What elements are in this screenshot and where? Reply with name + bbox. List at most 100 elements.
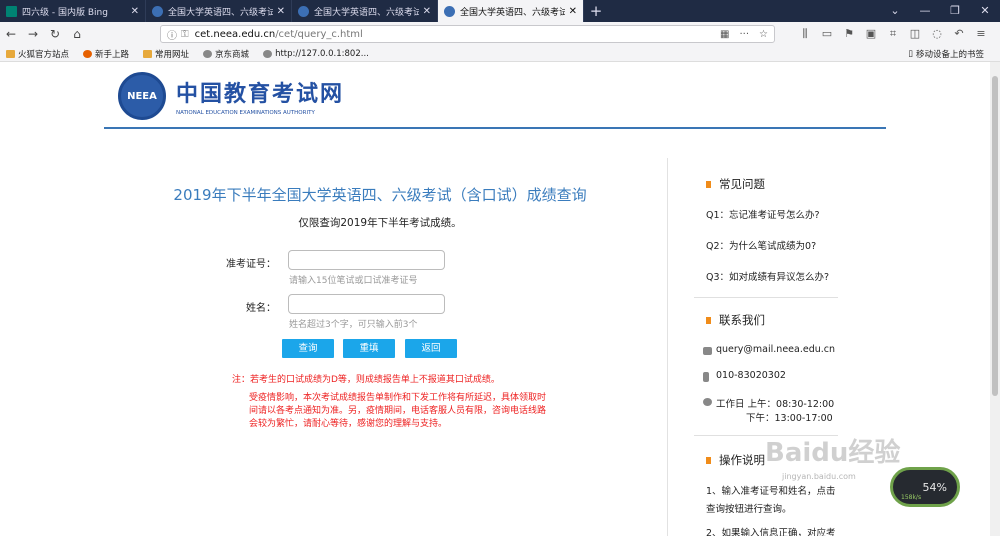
new-tab-button[interactable]: + (584, 0, 608, 22)
query-button[interactable]: 查询 (282, 339, 334, 358)
speed-rate: 158k/s (901, 494, 922, 501)
globe-icon (203, 49, 213, 58)
tab-cet-home[interactable]: 全国大学英语四、六级考试(CET✕ (146, 0, 292, 22)
tab-bing[interactable]: 四六级 - 国内版 Bing ✕ (0, 0, 146, 22)
page-subtitle: 仅限查询2019年下半年考试成绩。 (298, 217, 462, 229)
more-icon[interactable]: ··· (739, 29, 749, 40)
bullet-icon (706, 316, 711, 324)
qr-icon[interactable]: ▦ (720, 29, 729, 40)
sidebar-divider (694, 297, 838, 298)
covid-notice: 受疫情影响，本次考试成绩报告单制作和下发工作将有所延迟，具体领取时间请以各考点通… (249, 393, 547, 429)
firefox-icon (83, 49, 93, 58)
tracking-icon[interactable]: ⚑ (838, 24, 860, 44)
work-hours-pm: 下午：13:00-17:00 (746, 413, 833, 424)
undo-icon[interactable]: ↶ (948, 24, 970, 44)
baidu-watermark-url: jingyan.baidu.com (782, 472, 856, 481)
globe-icon (263, 49, 273, 58)
close-icon[interactable]: ✕ (569, 6, 577, 17)
name-label: 姓名： (246, 303, 276, 314)
folder-icon (6, 49, 15, 58)
neea-icon (152, 5, 163, 17)
bookmark-jd[interactable]: 京东商城 (203, 48, 249, 60)
chevron-down-icon[interactable]: ⌄ (880, 0, 910, 22)
library-icon[interactable]: ⫼ (794, 24, 816, 44)
name-input[interactable] (288, 294, 445, 314)
bookmarks-bar: 火狐官方站点 新手上路 常用网址 京东商城 http://127.0.0.1:8… (0, 46, 1000, 62)
scrollbar-thumb[interactable] (992, 76, 998, 396)
home-icon[interactable]: ⌂ (66, 27, 88, 41)
insecure-lock-icon: ⚿ (181, 28, 189, 40)
reload-icon[interactable]: ↻ (44, 27, 66, 41)
clock-icon (703, 398, 712, 406)
neea-icon (298, 5, 309, 17)
bing-icon (6, 5, 17, 17)
url-bar[interactable]: ⓘ ⚿ cet.neea.edu.cn/cet/query_c.html ▦ ·… (160, 25, 775, 43)
contact-email[interactable]: query@mail.neea.edu.cn (716, 344, 835, 355)
url-path: /cet/query_c.html (275, 28, 363, 40)
page-content: NEEA 中国教育考试网 NATIONAL EDUCATION EXAMINAT… (0, 62, 990, 536)
faq-item-1[interactable]: Q1：忘记准考证号怎么办? (706, 207, 820, 221)
chat-icon[interactable]: ◌ (926, 24, 948, 44)
toolbar-right: ⫼ ▭ ⚑ ▣ ⌗ ◫ ◌ ↶ ≡ (794, 24, 992, 44)
back-button[interactable]: 返回 (405, 339, 457, 358)
vertical-scrollbar[interactable] (990, 62, 1000, 536)
bullet-icon (706, 456, 711, 464)
speed-percent: 54% (922, 480, 947, 494)
email-icon (703, 347, 712, 355)
bookmark-common[interactable]: 常用网址 (143, 48, 189, 60)
faq-heading: 常见问题 (706, 176, 765, 192)
ops-step-1: 1、输入准考证号和姓名，点击 (706, 486, 836, 497)
minimize-icon[interactable]: — (910, 0, 940, 22)
faq-item-3[interactable]: Q3：如对成绩有异议怎么办? (706, 269, 829, 283)
ticket-label: 准考证号： (226, 259, 276, 270)
grid-icon[interactable]: ▣ (860, 24, 882, 44)
sidebar-icon[interactable]: ▭ (816, 24, 838, 44)
close-icon[interactable]: ✕ (131, 6, 139, 17)
tab-cet-score[interactable]: 全国大学英语四、六级考试成绩✕ (292, 0, 438, 22)
tab-bar: 四六级 - 国内版 Bing✕ 全国大学英语四、六级考试(CET✕ 全国大学英语… (0, 0, 1000, 22)
back-icon[interactable]: ← (0, 27, 22, 41)
ops-step-1-cont: 查询按钮进行查询。 (706, 504, 792, 515)
logo-title: 中国教育考试网 (176, 81, 345, 107)
screenshot-icon[interactable]: ◫ (904, 24, 926, 44)
close-icon[interactable]: ✕ (423, 6, 431, 17)
oral-test-note: 注：若考生的口试成绩为D等，则成绩报告单上不报道其口试成绩。 (232, 375, 500, 385)
column-divider (667, 158, 668, 536)
restore-icon[interactable]: ❐ (940, 0, 970, 22)
close-icon[interactable]: ✕ (277, 6, 285, 17)
ops-step-2: 2、如果输入信息正确，对应考 (706, 528, 836, 536)
page-title: 2019年下半年全国大学英语四、六级考试（含口试）成绩查询 (173, 186, 587, 204)
bookmark-localhost[interactable]: http://127.0.0.1:802... (263, 49, 369, 59)
work-hours-am: 工作日 上午：08:30-12:00 (716, 399, 835, 410)
crop-icon[interactable]: ⌗ (882, 24, 904, 44)
contact-phone: 010-83020302 (716, 370, 786, 381)
close-window-icon[interactable]: ✕ (970, 0, 1000, 22)
folder-icon (143, 49, 153, 58)
tab-cet-score-active[interactable]: 全国大学英语四、六级考试成绩✕ (438, 0, 584, 22)
phone-icon: ▯ (908, 49, 913, 59)
bookmark-mobile[interactable]: ▯ 移动设备上的书签 (908, 48, 984, 60)
name-hint: 姓名超过3个字，可只输入前3个 (289, 320, 418, 330)
neea-icon (444, 5, 455, 17)
neea-seal-icon: NEEA (118, 72, 166, 120)
bookmark-firefox[interactable]: 火狐官方站点 (6, 48, 69, 60)
phone-icon (703, 372, 709, 382)
reset-button[interactable]: 重填 (343, 339, 395, 358)
header-divider (104, 127, 886, 129)
speed-widget[interactable]: 158k/s 54% (890, 467, 960, 507)
bookmark-getting-started[interactable]: 新手上路 (83, 48, 129, 60)
url-host: cet.neea.edu.cn (194, 28, 276, 40)
ticket-hint: 请输入15位笔试或口试准考证号 (289, 276, 418, 286)
forward-icon[interactable]: → (22, 27, 44, 41)
faq-item-2[interactable]: Q2：为什么笔试成绩为0? (706, 238, 816, 252)
site-logo[interactable]: NEEA 中国教育考试网 NATIONAL EDUCATION EXAMINAT… (118, 72, 344, 120)
ops-heading: 操作说明 (706, 452, 765, 468)
ticket-number-input[interactable] (288, 250, 445, 270)
window-controls: ⌄ — ❐ ✕ (880, 0, 1000, 22)
bullet-icon (706, 180, 711, 188)
contact-heading: 联系我们 (706, 312, 765, 328)
nav-bar: ← → ↻ ⌂ ⓘ ⚿ cet.neea.edu.cn/cet/query_c.… (0, 22, 1000, 46)
star-icon[interactable]: ☆ (759, 29, 768, 40)
menu-icon[interactable]: ≡ (970, 24, 992, 44)
info-icon[interactable]: ⓘ (167, 27, 177, 42)
